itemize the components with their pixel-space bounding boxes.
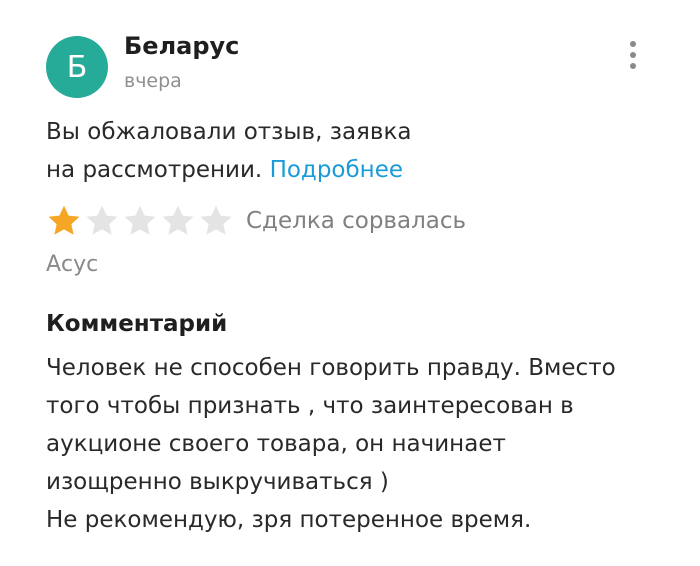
- comment-line: Не рекомендую, зря потеренное время.: [46, 507, 532, 533]
- comment-line: аукционе своего товара, он начинает: [46, 431, 506, 457]
- rating-row: Сделка сорвалась: [46, 199, 466, 243]
- appeal-notice: Вы обжаловали отзыв, заявка на рассмотре…: [46, 113, 646, 189]
- star-empty-icon: [86, 205, 118, 235]
- star-empty-icon: [200, 205, 232, 235]
- star-filled-icon: [48, 205, 80, 235]
- comment-heading: Комментарий: [46, 311, 228, 337]
- appeal-text-line2: на рассмотрении.: [46, 157, 263, 183]
- more-vertical-icon: [630, 41, 636, 47]
- more-details-link[interactable]: Подробнее: [270, 157, 403, 183]
- comment-body: Человек не способен говорить правду. Вме…: [46, 349, 666, 539]
- product-name[interactable]: Асус: [46, 252, 98, 277]
- deal-status: Сделка сорвалась: [246, 208, 467, 234]
- more-options-button[interactable]: [618, 36, 648, 74]
- review-date: вчера: [124, 70, 182, 92]
- avatar-initial: Б: [66, 49, 88, 85]
- more-vertical-icon: [630, 52, 636, 58]
- star-empty-icon: [124, 205, 156, 235]
- comment-line: изощренно выкручиваться ): [46, 469, 389, 495]
- author-name[interactable]: Беларус: [124, 32, 239, 60]
- more-vertical-icon: [630, 63, 636, 69]
- comment-line: того чтобы признать , что заинтересован …: [46, 393, 574, 419]
- appeal-text-line1: Вы обжаловали отзыв, заявка: [46, 119, 412, 145]
- comment-line: Человек не способен говорить правду. Вме…: [46, 355, 616, 381]
- avatar[interactable]: Б: [46, 36, 108, 98]
- star-empty-icon: [162, 205, 194, 235]
- star-rating: [46, 203, 234, 239]
- review-card: Б Беларус вчера Вы обжаловали отзыв, зая…: [0, 0, 700, 566]
